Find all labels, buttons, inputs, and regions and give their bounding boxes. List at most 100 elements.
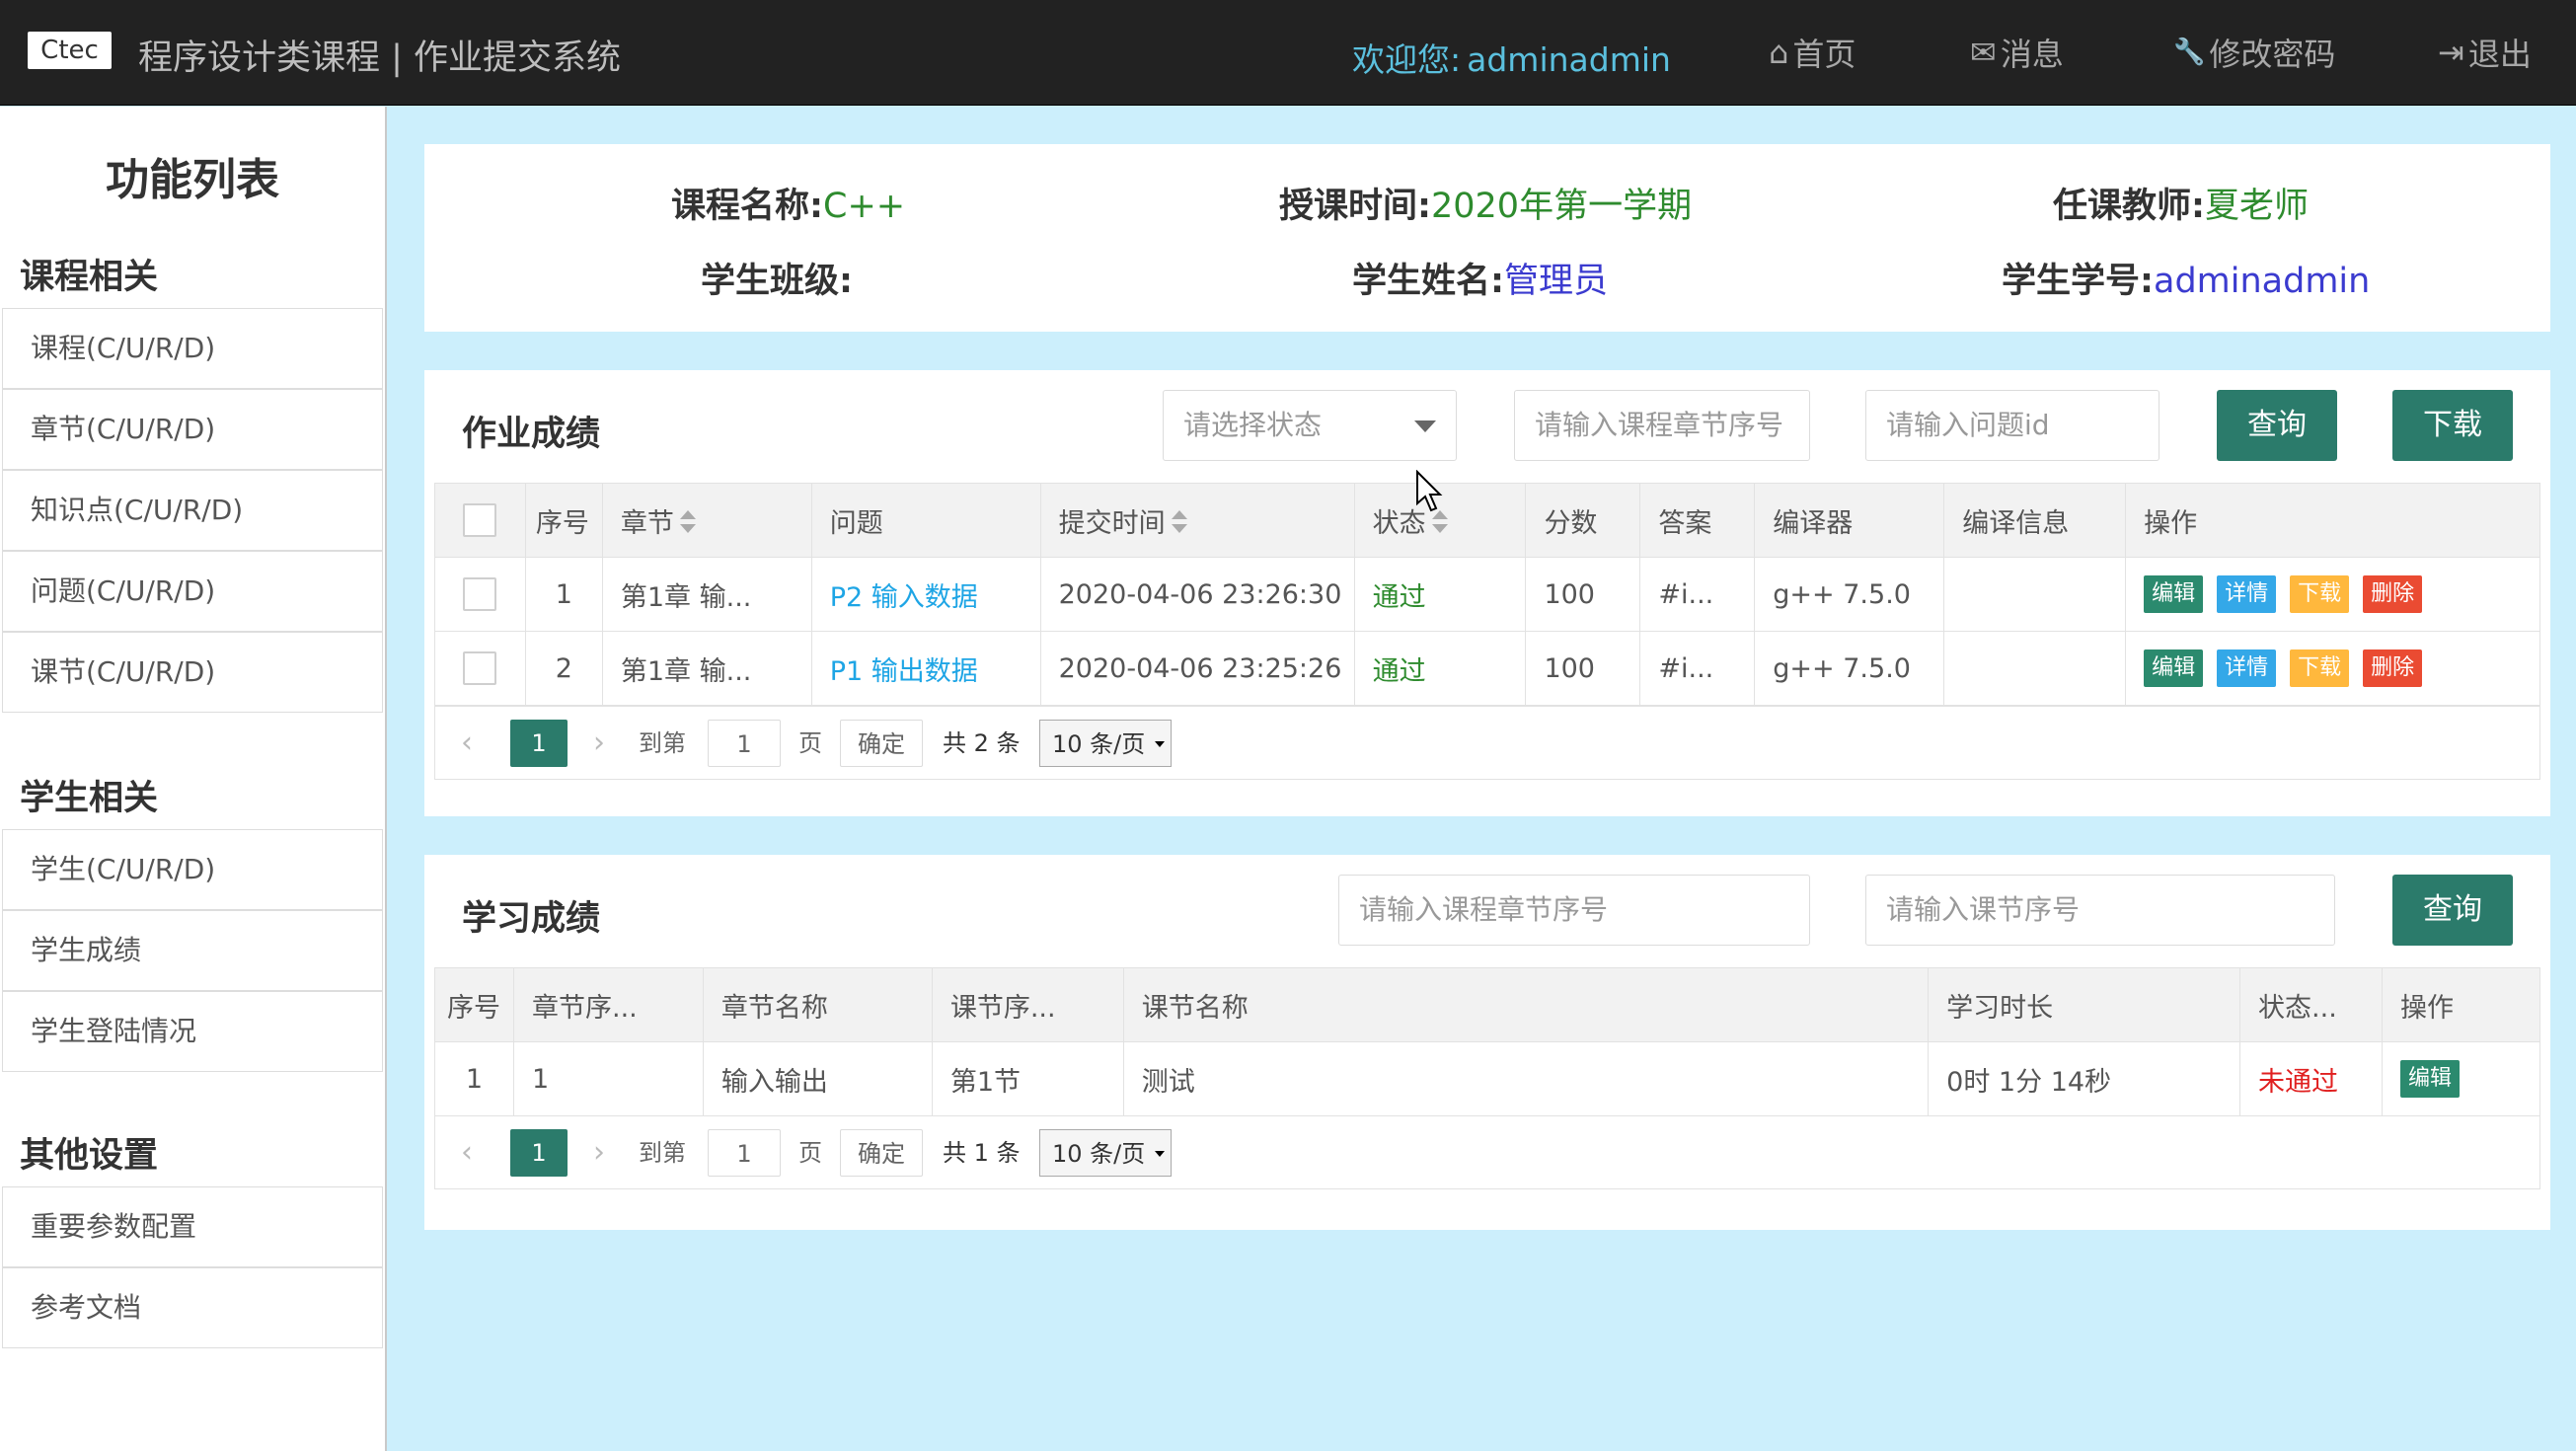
col-actions: 操作 — [2125, 483, 2540, 558]
col-score: 分数 — [1525, 483, 1641, 558]
sidebar-item-course[interactable]: 课程(C/U/R/D) — [2, 308, 383, 389]
table-row: 1 第1章 输... P2 输入数据 2020-04-06 23:26:30 通… — [434, 557, 2540, 632]
row-download-button[interactable]: 下载 — [2290, 649, 2350, 687]
row-checkbox[interactable] — [463, 577, 497, 611]
chevron-down-icon — [1155, 1151, 1165, 1157]
col-duration: 学习时长 — [1928, 967, 2241, 1042]
query-button[interactable]: 查询 — [2217, 390, 2337, 461]
study-query-button[interactable]: 查询 — [2392, 875, 2513, 946]
download-button[interactable]: 下载 — [2392, 390, 2513, 461]
goto-label: 到第 — [639, 1139, 686, 1167]
cell-answer: #i... — [1639, 557, 1756, 632]
sidebar-item-student-grades[interactable]: 学生成绩 — [2, 910, 383, 991]
chevron-down-icon — [1414, 420, 1436, 432]
col-question: 问题 — [810, 483, 1041, 558]
edit-button[interactable]: 编辑 — [2400, 1060, 2461, 1098]
select-all-cell — [434, 483, 526, 558]
col-no: 序号 — [434, 967, 514, 1042]
delete-button[interactable]: 删除 — [2363, 649, 2423, 687]
sidebar-section-course: 课程相关 — [20, 258, 159, 297]
mouse-cursor-icon — [1416, 470, 1443, 512]
col-status: 状态... — [2239, 967, 2383, 1042]
question-link[interactable]: P2 输入数据 — [810, 557, 1041, 632]
page-number-input[interactable]: 1 — [708, 1129, 781, 1177]
sidebar-item-student-logins[interactable]: 学生登陆情况 — [2, 991, 383, 1072]
page-label: 页 — [798, 1139, 822, 1167]
logo[interactable]: Ctec — [28, 32, 112, 69]
cell-chapter-no: 1 — [512, 1041, 704, 1116]
cell-submit-time: 2020-04-06 23:26:30 — [1039, 557, 1355, 632]
sidebar-item-chapter[interactable]: 章节(C/U/R/D) — [2, 389, 383, 470]
study-chapter-input[interactable]: 请输入课程章节序号 — [1338, 875, 1810, 946]
homework-title: 作业成绩 — [462, 415, 601, 454]
current-page[interactable]: 1 — [510, 720, 568, 767]
table-header-row: 序号 章节序... 章节名称 课节序... 课节名称 学习时长 状态... 操作 — [434, 967, 2540, 1042]
goto-label: 到第 — [639, 729, 686, 757]
student-name: 学生姓名:管理员 — [1352, 262, 1609, 301]
goto-confirm-button[interactable]: 确定 — [840, 720, 923, 767]
wrench-icon: 🔧 — [2173, 38, 2206, 67]
cell-lesson-name: 测试 — [1122, 1041, 1930, 1116]
col-chapter-no: 章节序... — [512, 967, 704, 1042]
row-checkbox[interactable] — [463, 651, 497, 685]
col-chapter-name: 章节名称 — [702, 967, 933, 1042]
select-all-checkbox[interactable] — [463, 503, 497, 537]
teacher-name: 任课教师:夏老师 — [2053, 187, 2310, 226]
sidebar-item-student[interactable]: 学生(C/U/R/D) — [2, 829, 383, 910]
sidebar-item-question[interactable]: 问题(C/U/R/D) — [2, 551, 383, 632]
top-navbar: Ctec 程序设计类课程 | 作业提交系统 欢迎您: adminadmin ⌂ 首页… — [0, 0, 2576, 106]
edit-button[interactable]: 编辑 — [2144, 575, 2204, 613]
chapter-search-input[interactable]: 请输入课程章节序号 — [1514, 390, 1810, 461]
goto-confirm-button[interactable]: 确定 — [840, 1129, 923, 1177]
nav-messages[interactable]: ✉ 消息 — [1970, 30, 2064, 75]
col-submit-time[interactable]: 提交时间 — [1039, 483, 1355, 558]
sidebar-item-knowledge[interactable]: 知识点(C/U/R/D) — [2, 470, 383, 551]
cell-actions: 编辑 详情 下载 删除 — [2125, 631, 2540, 706]
app-title: 程序设计类课程 | 作业提交系统 — [138, 38, 622, 78]
sidebar-section-other: 其他设置 — [20, 1136, 159, 1176]
col-lesson-name: 课节名称 — [1122, 967, 1930, 1042]
username[interactable]: adminadmin — [1467, 40, 1671, 79]
cell-no: 2 — [524, 631, 603, 706]
question-id-input[interactable]: 请输入问题id — [1865, 390, 2159, 461]
nav-home[interactable]: ⌂ 首页 — [1769, 30, 1856, 75]
nav-change-password[interactable]: 🔧 修改密码 — [2173, 30, 2335, 75]
page-size-select[interactable]: 10 条/页 — [1039, 1129, 1172, 1177]
page-number-input[interactable]: 1 — [708, 720, 781, 767]
row-download-button[interactable]: 下载 — [2290, 575, 2350, 613]
delete-button[interactable]: 删除 — [2363, 575, 2423, 613]
edit-button[interactable]: 编辑 — [2144, 649, 2204, 687]
col-compile-info: 编译信息 — [1943, 483, 2127, 558]
page-label: 页 — [798, 729, 822, 757]
sidebar-item-params[interactable]: 重要参数配置 — [2, 1186, 383, 1267]
cell-duration: 0时 1分 14秒 — [1928, 1041, 2241, 1116]
table-row: 1 1 输入输出 第1节 测试 0时 1分 14秒 未通过 编辑 — [434, 1041, 2540, 1116]
prev-page-icon[interactable]: ‹ — [461, 720, 473, 767]
cell-no: 1 — [524, 557, 603, 632]
status-badge: 通过 — [1353, 631, 1527, 706]
status-select[interactable]: 请选择状态 — [1163, 390, 1457, 461]
cell-actions: 编辑 详情 下载 删除 — [2125, 557, 2540, 632]
sidebar-item-lesson[interactable]: 课节(C/U/R/D) — [2, 632, 383, 713]
col-chapter[interactable]: 章节 — [601, 483, 812, 558]
sidebar: 功能列表 课程相关 课程(C/U/R/D) 章节(C/U/R/D) 知识点(C/… — [0, 107, 387, 1451]
next-page-icon[interactable]: › — [593, 1129, 605, 1177]
logout-icon: ⇥ — [2438, 34, 2464, 71]
homework-table: 序号 章节 问题 提交时间 状态 分数 答案 编译器 编译信息 操作 1 第1章… — [434, 483, 2540, 706]
row-select-cell — [434, 557, 526, 632]
sidebar-item-docs[interactable]: 参考文档 — [2, 1267, 383, 1348]
lesson-number-input[interactable]: 请输入课节序号 — [1865, 875, 2335, 946]
cell-compile-info — [1943, 557, 2127, 632]
prev-page-icon[interactable]: ‹ — [461, 1129, 473, 1177]
sidebar-title: 功能列表 — [106, 155, 279, 205]
page-size-select[interactable]: 10 条/页 — [1039, 720, 1172, 767]
cell-no: 1 — [434, 1041, 514, 1116]
next-page-icon[interactable]: › — [593, 720, 605, 767]
cell-compile-info — [1943, 631, 2127, 706]
table-header-row: 序号 章节 问题 提交时间 状态 分数 答案 编译器 编译信息 操作 — [434, 483, 2540, 558]
question-link[interactable]: P1 输出数据 — [810, 631, 1041, 706]
current-page[interactable]: 1 — [510, 1129, 568, 1177]
detail-button[interactable]: 详情 — [2217, 649, 2277, 687]
detail-button[interactable]: 详情 — [2217, 575, 2277, 613]
nav-logout[interactable]: ⇥ 退出 — [2438, 30, 2532, 75]
